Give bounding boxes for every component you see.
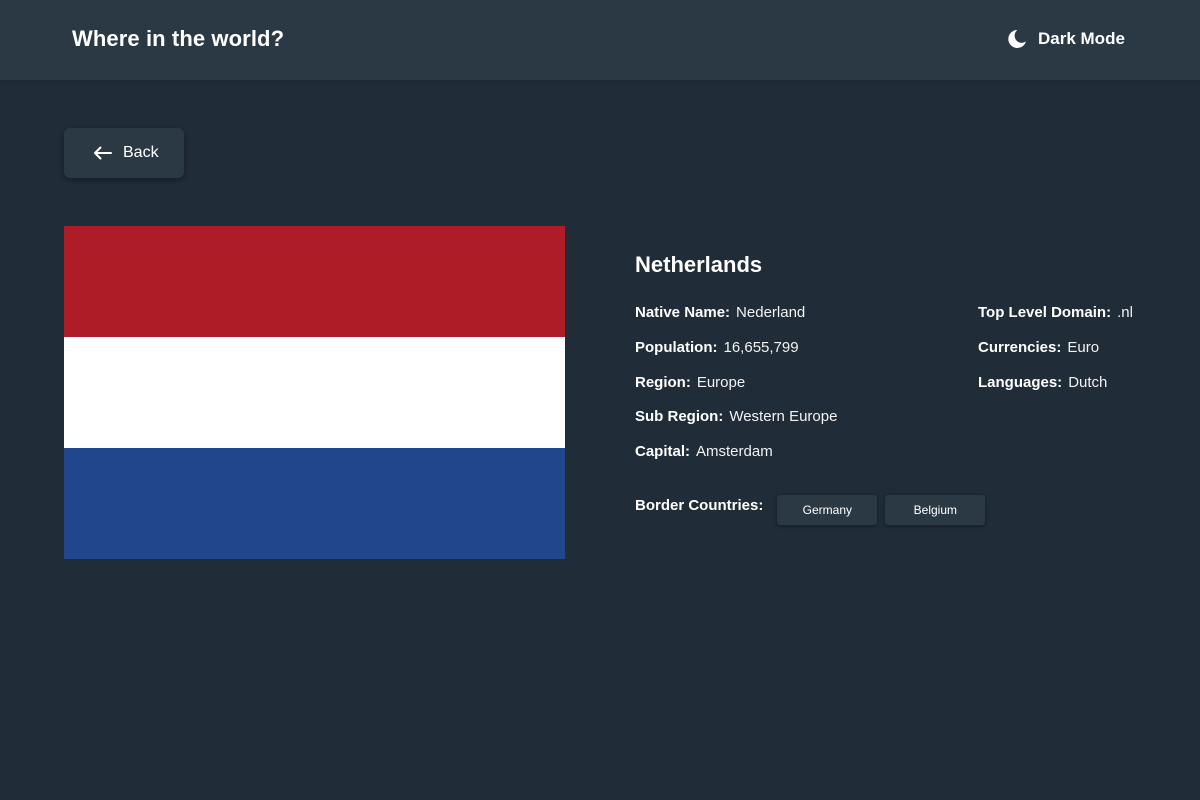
arrow-left-icon (94, 146, 112, 160)
detail-key: Region: (635, 373, 691, 391)
detail-value: .nl (1117, 304, 1133, 321)
country-details-right: Top Level Domain: .nl Currencies: Euro Lan… (978, 304, 1133, 408)
flag-stripe-white (64, 337, 565, 448)
detail-sub-region: Sub Region: Western Europe (635, 408, 837, 443)
detail-top-level-domain: Top Level Domain: .nl (978, 304, 1133, 339)
detail-value: Euro (1067, 338, 1100, 356)
detail-key: Sub Region: (635, 408, 724, 426)
detail-key: Languages: (978, 373, 1063, 391)
app-title: Where in the world? (72, 26, 285, 51)
detail-key: Population: (635, 338, 718, 356)
detail-key: Currencies: (978, 338, 1062, 356)
detail-key: Capital: (635, 443, 691, 460)
border-countries-label: Border Countries: (635, 497, 764, 514)
dark-mode-toggle[interactable]: Dark Mode (1006, 28, 1125, 50)
border-country-germany[interactable]: Germany (777, 495, 878, 525)
detail-native-name: Native Name: Nederland (635, 304, 837, 339)
detail-population: Population: 16,655,799 (635, 339, 837, 374)
detail-value: Europe (696, 373, 746, 391)
country-details-left: Native Name: Nederland Population: 16,655,… (635, 304, 837, 478)
detail-currencies: Currencies: Euro (978, 339, 1133, 374)
flag-stripe-red (64, 226, 565, 337)
border-country-list: Germany Belgium (777, 495, 986, 525)
back-button[interactable]: Back (64, 128, 184, 178)
country-name: Netherlands (635, 252, 763, 277)
border-countries: Border Countries: Germany Belgium (635, 495, 986, 525)
back-label: Back (123, 144, 159, 161)
detail-key: Native Name: (635, 304, 731, 321)
detail-value: Western Europe (729, 408, 838, 426)
flag-stripe-blue (64, 448, 565, 559)
detail-capital: Capital: Amsterdam (635, 443, 837, 478)
detail-value: Nederland (736, 304, 806, 321)
detail-region: Region: Europe (635, 374, 837, 409)
country-flag (64, 226, 565, 559)
border-country-belgium[interactable]: Belgium (885, 495, 986, 525)
detail-key: Top Level Domain: (978, 304, 1112, 321)
moon-icon (1008, 30, 1026, 48)
detail-value: 16,655,799 (723, 338, 799, 356)
detail-value: Dutch (1068, 373, 1108, 391)
detail-value: Amsterdam (696, 443, 773, 460)
detail-languages: Languages: Dutch (978, 374, 1133, 409)
app-header: Where in the world? Dark Mode (0, 0, 1200, 80)
dark-mode-label: Dark Mode (1038, 29, 1125, 48)
